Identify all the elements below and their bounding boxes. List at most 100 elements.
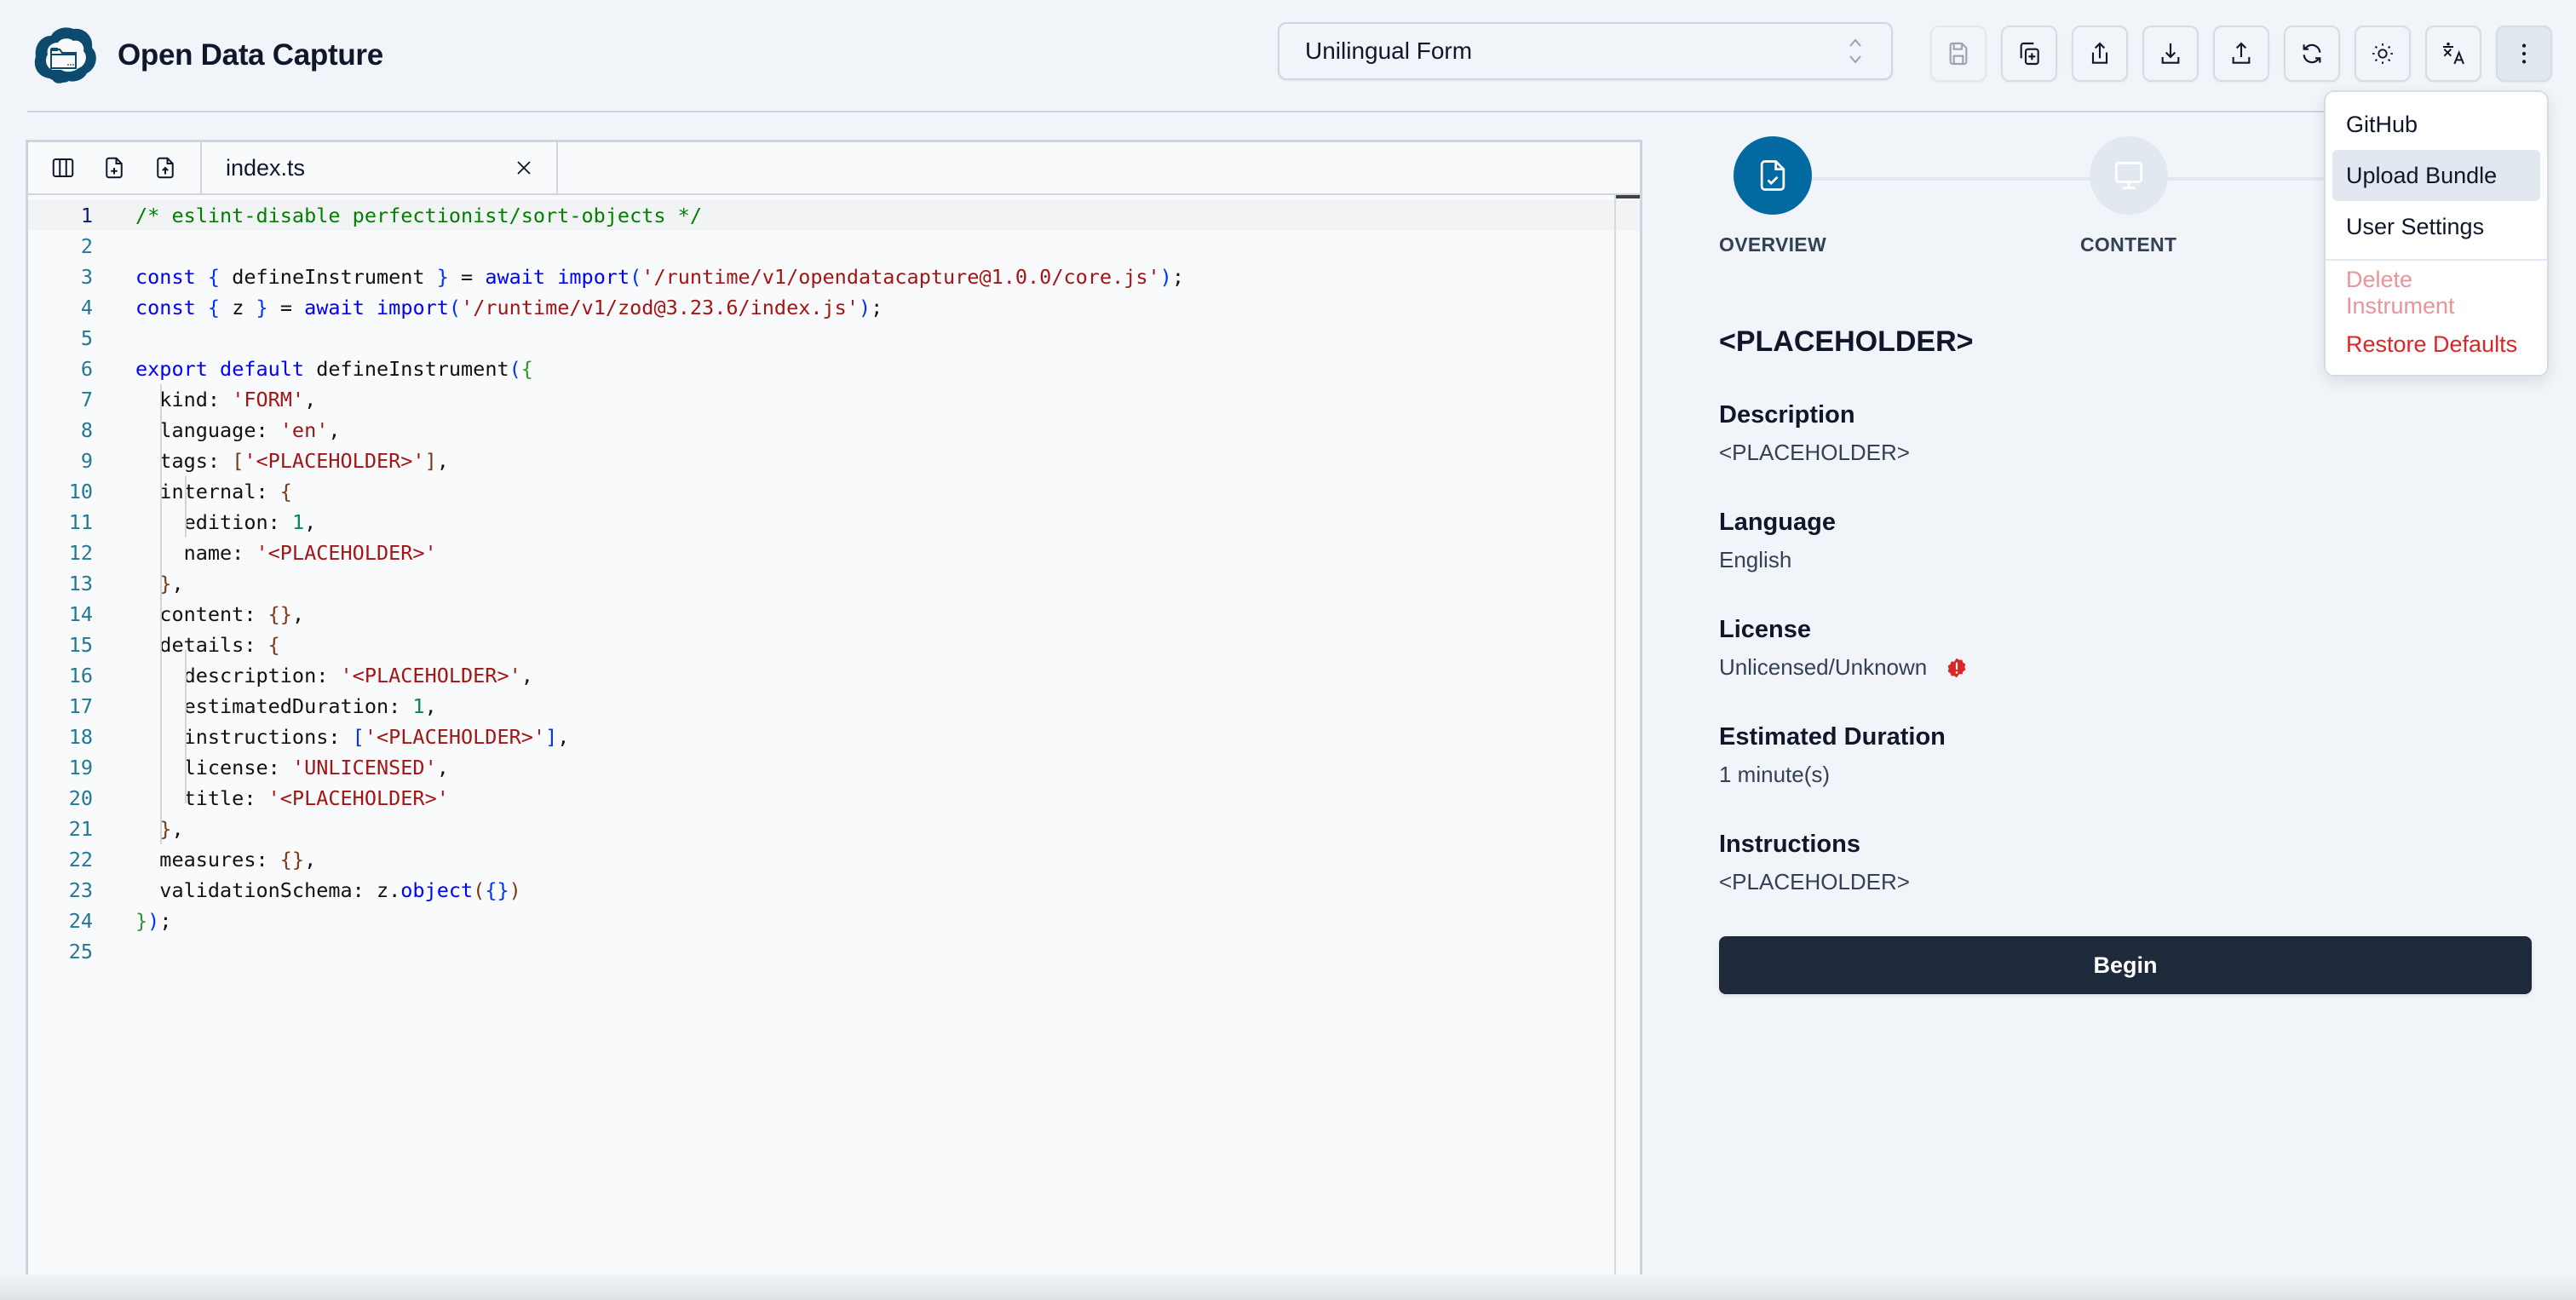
code-token: ( — [448, 296, 462, 319]
code-line[interactable]: 18 instructions: ['<PLACEHOLDER>'], — [28, 722, 1640, 752]
indent-guide — [185, 476, 187, 538]
code-editor: index.ts 1 /* eslint-disable perfectionis… — [26, 140, 1642, 1281]
menu-item-user-settings[interactable]: User Settings — [2332, 201, 2540, 252]
step-content[interactable]: CONTENT — [2080, 136, 2176, 256]
menu-item-github[interactable]: GitHub — [2332, 99, 2540, 150]
code-line[interactable]: 1 /* eslint-disable perfectionist/sort-ob… — [28, 200, 1640, 231]
begin-button[interactable]: Begin — [1719, 936, 2532, 994]
copy-button[interactable] — [2001, 26, 2057, 82]
code-line[interactable]: 12 name: '<PLACEHOLDER>' — [28, 538, 1640, 568]
brand[interactable]: Open Data Capture — [32, 26, 383, 85]
code-line[interactable]: 20 title: '<PLACEHOLDER>' — [28, 783, 1640, 814]
code-token: const — [135, 265, 196, 289]
code-token: const — [135, 296, 196, 319]
alert-badge-icon[interactable] — [1946, 657, 1968, 679]
code-token: kind: — [135, 388, 233, 411]
field-label: Estimated Duration — [1719, 723, 1946, 751]
line-number: 14 — [68, 602, 93, 626]
field-label: Instructions — [1719, 831, 1860, 858]
line-source: edition: 1, — [93, 507, 317, 538]
code-token: [ — [352, 725, 365, 749]
code-line[interactable]: 10 internal: { — [28, 476, 1640, 507]
line-number: 8 — [80, 418, 93, 442]
code-line[interactable]: 7 kind: 'FORM', — [28, 384, 1640, 415]
code-line[interactable]: 4 const { z } = await import('/runtime/v1… — [28, 292, 1640, 323]
cloud-folder-logo-icon — [34, 27, 96, 83]
editor-scrollbar[interactable] — [1614, 195, 1640, 1279]
code-token: tags: — [135, 449, 233, 473]
line-source: measures: {}, — [93, 844, 316, 875]
download-button[interactable] — [2142, 26, 2199, 82]
new-file-button[interactable] — [98, 152, 130, 184]
code-token: } — [436, 265, 449, 289]
instrument-select[interactable]: Unilingual Form — [1278, 22, 1893, 80]
line-number: 25 — [68, 940, 93, 963]
code-token: export — [135, 357, 208, 381]
code-line[interactable]: 24}); — [28, 906, 1640, 936]
code-line[interactable]: 6 export default defineInstrument({ — [28, 354, 1640, 384]
code-token: ) — [858, 296, 871, 319]
code-line[interactable]: 15 details: { — [28, 630, 1640, 660]
field-value: Unlicensed/Unknown — [1719, 654, 2537, 681]
language-button[interactable] — [2425, 26, 2481, 82]
more-vertical-icon — [2521, 43, 2527, 64]
save-button[interactable] — [1930, 26, 1987, 82]
code-line[interactable]: 17 estimatedDuration: 1, — [28, 691, 1640, 722]
code-token: , — [171, 817, 184, 841]
code-area[interactable]: 1 /* eslint-disable perfectionist/sort-ob… — [28, 195, 1640, 967]
line-source: estimatedDuration: 1, — [93, 691, 437, 722]
step-content-label: CONTENT — [2080, 233, 2177, 256]
upload-button[interactable] — [2213, 26, 2269, 82]
code-line[interactable]: 22 measures: {}, — [28, 844, 1640, 875]
code-token: z — [220, 296, 256, 319]
line-source: internal: { — [93, 476, 292, 507]
code-token: description: — [135, 664, 341, 687]
field-label: Language — [1719, 509, 1836, 536]
code-line[interactable]: 16 description: '<PLACEHOLDER>', — [28, 660, 1640, 691]
code-line[interactable]: 21 }, — [28, 814, 1640, 844]
code-line[interactable]: 23 validationSchema: z.object({}) — [28, 875, 1640, 906]
line-source: }); — [93, 906, 171, 936]
theme-toggle-button[interactable] — [2355, 26, 2411, 82]
toggle-sidebar-button[interactable] — [47, 152, 79, 184]
step-overview[interactable]: OVERVIEW — [1719, 136, 1826, 256]
code-token: 'en' — [279, 418, 329, 442]
code-line[interactable]: 13 }, — [28, 568, 1640, 599]
code-line[interactable]: 8 language: 'en', — [28, 415, 1640, 446]
code-token: = — [267, 296, 305, 319]
upload-file-button[interactable] — [149, 152, 181, 184]
more-menu-button[interactable] — [2496, 26, 2552, 82]
code-token: '<PLACEHOLDER>' — [364, 725, 546, 749]
code-token: ( — [473, 878, 486, 902]
line-number: 18 — [68, 725, 93, 749]
line-source: license: 'UNLICENSED', — [93, 752, 449, 783]
line-number: 20 — [68, 786, 93, 810]
code-line[interactable]: 14 content: {}, — [28, 599, 1640, 630]
code-line[interactable]: 9 tags: ['<PLACEHOLDER>'], — [28, 446, 1640, 476]
code-line[interactable]: 5 — [28, 323, 1640, 354]
code-line[interactable]: 3 const { defineInstrument } = await impo… — [28, 262, 1640, 292]
close-icon[interactable] — [512, 156, 536, 180]
editor-tab-index-ts[interactable]: index.ts — [202, 142, 558, 193]
line-number: 15 — [68, 633, 93, 657]
menu-item-upload-bundle[interactable]: Upload Bundle — [2332, 150, 2540, 201]
line-source: title: '<PLACEHOLDER>' — [93, 783, 449, 814]
code-line[interactable]: 25 — [28, 936, 1640, 967]
code-token: ] — [545, 725, 558, 749]
code-token: , — [171, 572, 184, 595]
menu-item-delete-instrument[interactable]: Delete Instrument — [2332, 267, 2540, 319]
line-source: tags: ['<PLACEHOLDER>'], — [93, 446, 449, 476]
code-line[interactable]: 2 — [28, 231, 1640, 262]
code-token: ) — [509, 878, 521, 902]
code-token: {} — [267, 602, 292, 626]
scrollbar-thumb[interactable] — [1616, 195, 1640, 198]
file-check-icon — [1760, 160, 1785, 191]
code-token: = — [448, 265, 486, 289]
refresh-button[interactable] — [2284, 26, 2340, 82]
code-line[interactable]: 19 license: 'UNLICENSED', — [28, 752, 1640, 783]
code-line[interactable]: 11 edition: 1, — [28, 507, 1640, 538]
share-button[interactable] — [2072, 26, 2128, 82]
menu-item-restore-defaults[interactable]: Restore Defaults — [2332, 319, 2540, 370]
